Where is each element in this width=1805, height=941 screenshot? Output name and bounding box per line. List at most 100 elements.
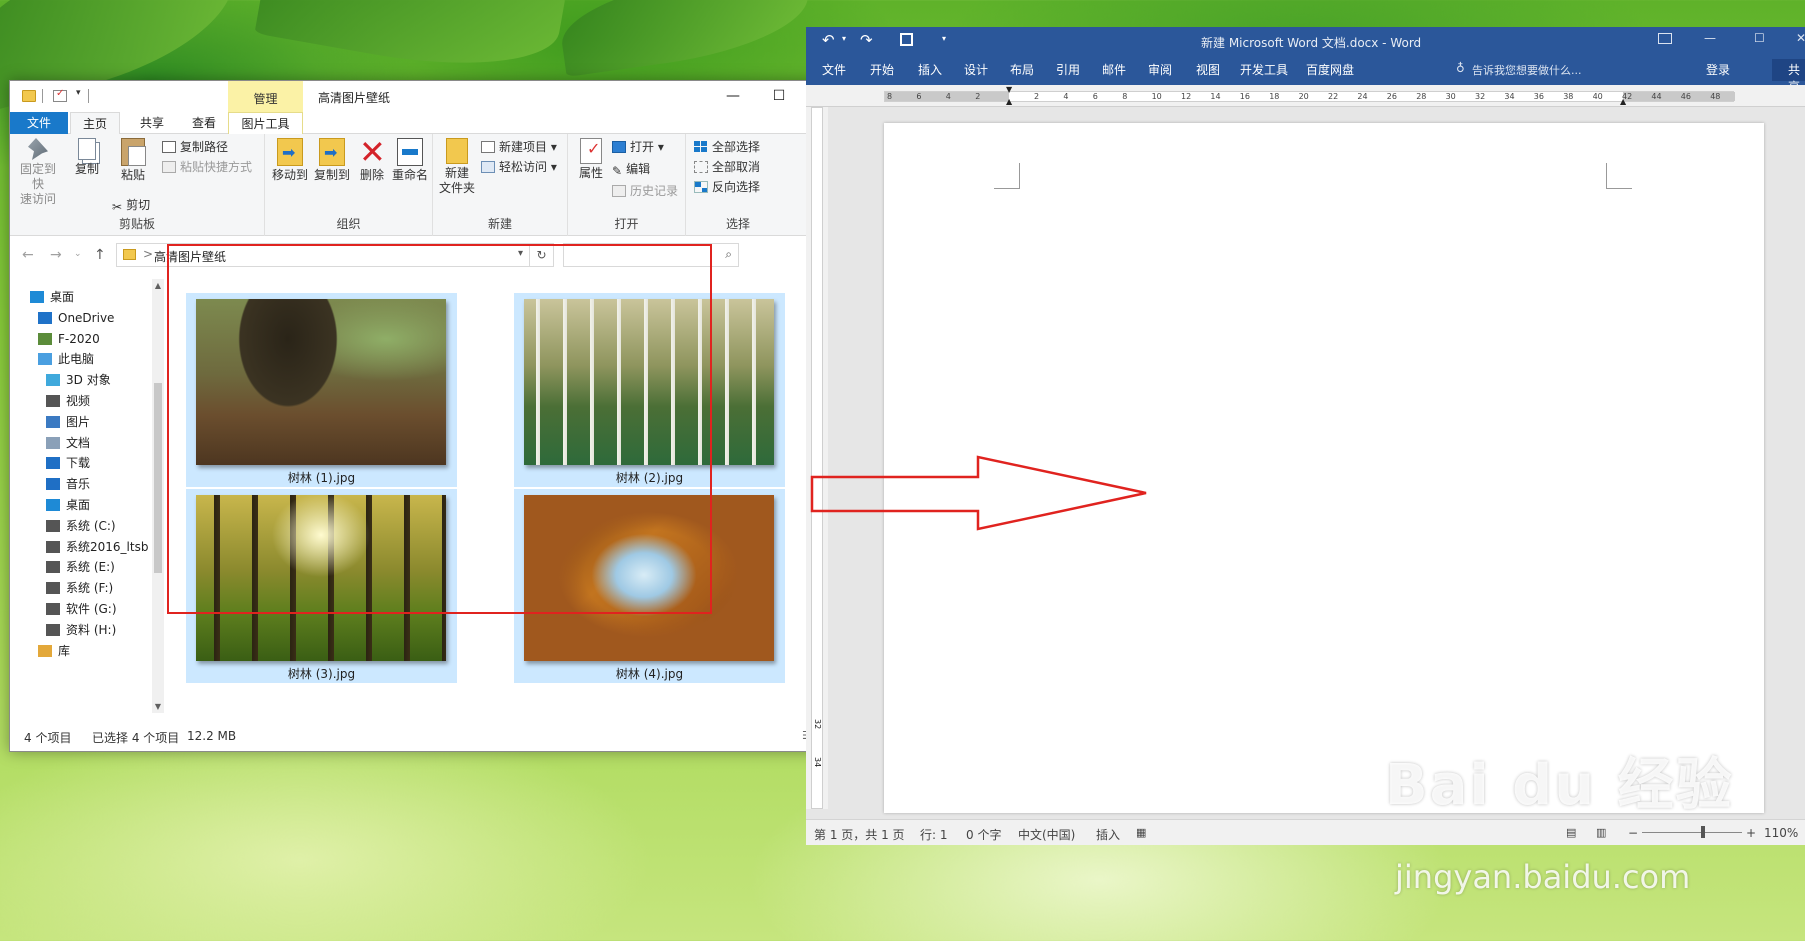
close-icon[interactable]: ✕: [1796, 31, 1805, 45]
tab-picture-tools[interactable]: 图片工具: [228, 112, 303, 134]
customize-icon[interactable]: ▾: [942, 34, 946, 43]
scroll-down-icon[interactable]: ▼: [152, 702, 164, 711]
open-button[interactable]: 打开 ▾: [612, 138, 664, 157]
redo-icon[interactable]: ↷: [860, 31, 873, 49]
line-indicator[interactable]: 行: 1: [920, 826, 948, 843]
zoom-level[interactable]: 110%: [1764, 826, 1798, 840]
nav-item[interactable]: 系统 (F:): [46, 578, 113, 599]
word-tab[interactable]: 插入: [918, 61, 942, 78]
nav-item[interactable]: 系统2016_ltsb: [46, 537, 148, 558]
scroll-up-icon[interactable]: ▲: [152, 281, 164, 290]
nav-item[interactable]: 图片: [46, 412, 90, 433]
nav-item[interactable]: F-2020: [38, 329, 100, 350]
print-layout-icon[interactable]: ▥: [1596, 826, 1606, 839]
nav-item[interactable]: 下载: [46, 453, 90, 474]
undo-icon[interactable]: ↶: [822, 31, 835, 49]
nav-item[interactable]: 文档: [46, 433, 90, 454]
tab-view[interactable]: 查看: [180, 112, 228, 134]
nav-item[interactable]: 库: [38, 641, 70, 662]
organize-group: 移动到 复制到 ✕ 删除 重命名 组织: [265, 134, 433, 236]
nav-item[interactable]: 资料 (H:): [46, 620, 116, 641]
maximize-button[interactable]: ☐: [756, 81, 802, 112]
word-tab[interactable]: 审阅: [1148, 61, 1172, 78]
word-tab[interactable]: 布局: [1010, 61, 1034, 78]
nav-item[interactable]: 软件 (G:): [46, 599, 117, 620]
rename-button[interactable]: 重命名: [391, 138, 429, 183]
nav-item[interactable]: 3D 对象: [46, 370, 111, 391]
zoom-in-icon[interactable]: +: [1746, 826, 1756, 840]
properties-icon[interactable]: [53, 88, 67, 102]
copy-path-button[interactable]: 复制路径: [162, 138, 228, 157]
select-all-button[interactable]: 全部选择: [694, 138, 760, 157]
nav-item[interactable]: 此电脑: [38, 349, 94, 370]
history-button[interactable]: 历史记录: [612, 182, 678, 201]
tab-home[interactable]: 主页: [70, 112, 121, 135]
insert-mode[interactable]: 插入: [1096, 826, 1120, 843]
select-none-button[interactable]: 全部取消: [694, 158, 760, 177]
paste-button[interactable]: 粘贴: [116, 138, 150, 183]
right-indent-marker[interactable]: ▲: [1620, 97, 1626, 106]
macro-record-icon[interactable]: ▦: [1136, 826, 1146, 839]
tab-share[interactable]: 共享: [128, 112, 176, 134]
up-arrow-icon[interactable]: ↑: [94, 247, 106, 263]
language-indicator[interactable]: 中文(中国): [1018, 826, 1075, 843]
minimize-icon[interactable]: —: [1704, 31, 1716, 45]
tab-file[interactable]: 文件: [10, 112, 68, 134]
zoom-slider[interactable]: [1642, 832, 1742, 833]
first-line-indent-marker[interactable]: ▼: [1006, 85, 1012, 94]
nav-item[interactable]: 系统 (C:): [46, 516, 116, 537]
chevron-down-icon[interactable]: ▾: [76, 88, 81, 98]
chevron-down-icon[interactable]: ⌄: [74, 249, 82, 259]
manage-context-tab[interactable]: 管理: [228, 81, 303, 112]
delete-button[interactable]: ✕ 删除: [357, 136, 387, 183]
nav-item[interactable]: 桌面: [30, 287, 74, 308]
new-item-button[interactable]: 新建项目 ▾: [481, 138, 557, 157]
word-tab[interactable]: 设计: [964, 61, 988, 78]
nav-item[interactable]: 视频: [46, 391, 90, 412]
properties-button[interactable]: 属性: [574, 138, 608, 181]
word-tab[interactable]: 开发工具: [1240, 61, 1288, 78]
zoom-slider-thumb[interactable]: [1701, 826, 1705, 838]
forward-arrow-icon[interactable]: →: [50, 247, 62, 263]
word-tab[interactable]: 邮件: [1102, 61, 1126, 78]
save-icon[interactable]: [900, 33, 913, 46]
vruler-tick: 32: [813, 719, 822, 730]
cut-button[interactable]: ✂ 剪切: [112, 196, 150, 215]
ribbon-display-icon[interactable]: [1658, 33, 1672, 44]
drive-icon: [46, 623, 60, 636]
horizontal-ruler[interactable]: 8 6 4 2 2 4 6 8 10 12 14 16 18 20 22 24 26 28 30 32 34 36 38 40…: [806, 85, 1805, 107]
word-title-bar: ↶ ▾ ↷ ▾ 新建 Microsoft Word 文档.docx - Word…: [806, 27, 1805, 55]
word-tab[interactable]: 百度网盘: [1306, 61, 1354, 78]
nav-item[interactable]: OneDrive: [38, 308, 114, 329]
tell-me-box[interactable]: 告诉我您想要做什么...: [1472, 62, 1582, 78]
copy-to-button[interactable]: 复制到: [313, 138, 351, 183]
folder-icon[interactable]: [22, 90, 36, 102]
word-tab[interactable]: 文件: [822, 61, 846, 78]
nav-item[interactable]: 桌面: [46, 495, 90, 516]
read-mode-icon[interactable]: ▤: [1566, 826, 1576, 839]
back-arrow-icon[interactable]: ←: [22, 247, 34, 263]
scroll-thumb[interactable]: [154, 383, 162, 573]
move-to-button[interactable]: 移动到: [271, 138, 309, 183]
word-count[interactable]: 0 个字: [966, 826, 1001, 843]
maximize-icon[interactable]: ☐: [1754, 31, 1765, 45]
page-indicator[interactable]: 第 1 页，共 1 页: [814, 826, 905, 843]
sign-in-link[interactable]: 登录: [1706, 61, 1730, 78]
nav-item[interactable]: 系统 (E:): [46, 557, 115, 578]
word-tab[interactable]: 引用: [1056, 61, 1080, 78]
new-folder-button[interactable]: 新建 文件夹: [437, 138, 477, 196]
paste-shortcut-button[interactable]: 粘贴快捷方式: [162, 158, 252, 177]
hanging-indent-marker[interactable]: ▲: [1006, 97, 1012, 106]
chevron-down-icon[interactable]: ▾: [842, 34, 846, 43]
nav-scrollbar[interactable]: ▲ ▼: [152, 279, 164, 713]
invert-selection-button[interactable]: 反向选择: [694, 178, 760, 197]
copy-button[interactable]: 复制: [70, 138, 104, 177]
nav-item[interactable]: 音乐: [46, 474, 90, 495]
word-tab[interactable]: 开始: [870, 61, 894, 78]
zoom-out-icon[interactable]: −: [1628, 826, 1638, 840]
pin-quick-access-button[interactable]: 固定到快 速访问: [16, 138, 60, 207]
minimize-button[interactable]: —: [710, 81, 756, 112]
edit-button[interactable]: ✎ 编辑: [612, 160, 650, 179]
easy-access-button[interactable]: 轻松访问 ▾: [481, 158, 557, 177]
word-tab[interactable]: 视图: [1196, 61, 1220, 78]
